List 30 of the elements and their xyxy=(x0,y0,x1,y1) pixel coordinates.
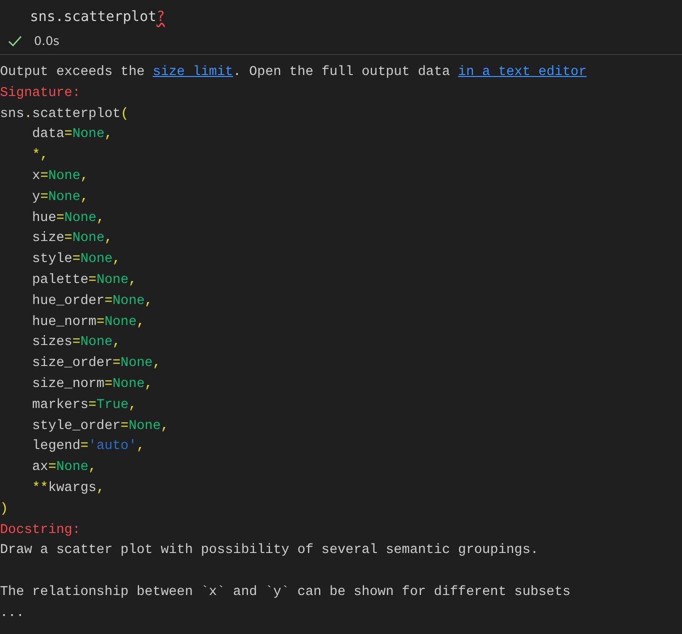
output-line: Docstring: xyxy=(0,522,80,540)
output-line: palette=None, xyxy=(32,272,137,290)
output-line: The relationship between `x` and `y` can be shown for different subsets xyxy=(0,584,571,602)
execution-time: 0.0s xyxy=(34,34,60,48)
output-line: size=None, xyxy=(32,230,113,248)
output-line: size_order=None, xyxy=(32,355,161,374)
output-line: legend='auto', xyxy=(32,438,145,456)
output-line: *, xyxy=(32,147,48,166)
output-line: style_order=None, xyxy=(32,418,169,436)
output-line: ax=None, xyxy=(32,459,96,478)
output-line: data=None, xyxy=(32,126,113,144)
output-line: **kwargs, xyxy=(32,480,104,498)
output-line: ... xyxy=(0,604,24,623)
output-link[interactable]: in a text editor xyxy=(458,65,587,80)
output-notice: Output exceeds the size limit. Open the full output data in a text editor xyxy=(0,64,587,82)
output-line: Signature: xyxy=(0,84,80,103)
output-line: ) xyxy=(0,500,8,519)
output-line: hue_order=None, xyxy=(32,292,153,311)
output-line: x=None, xyxy=(32,168,88,186)
output-line: markers=True, xyxy=(32,396,137,415)
output-line: y=None, xyxy=(32,188,88,207)
output-line: sizes=None, xyxy=(32,334,121,352)
output-line: size_norm=None, xyxy=(32,376,153,394)
output-link[interactable]: size limit xyxy=(152,65,234,80)
output-line: hue=None, xyxy=(32,210,104,228)
output-line: Draw a scatter plot with possibility of several semantic groupings. xyxy=(0,542,538,560)
code-input[interactable]: sns.scatterplot? xyxy=(30,9,165,25)
output-line: style=None, xyxy=(32,251,121,270)
output-line: hue_norm=None, xyxy=(32,314,145,332)
output-line: sns.scatterplot( xyxy=(0,106,129,124)
